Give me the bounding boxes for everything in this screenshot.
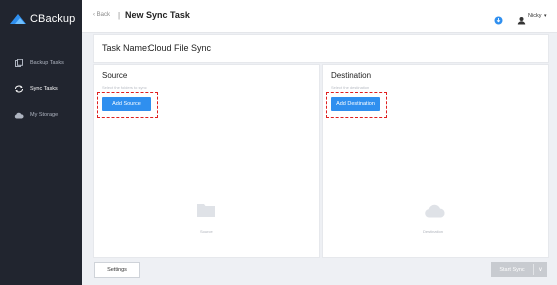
cbackup-logo-icon xyxy=(10,14,26,24)
task-name-input[interactable]: Cloud File Sync xyxy=(148,43,211,53)
start-sync-label: Start Sync xyxy=(499,266,525,273)
chevron-down-icon[interactable]: ▾ xyxy=(544,13,547,19)
sidebar-item-label: My Storage xyxy=(30,112,59,118)
download-info-icon[interactable] xyxy=(494,12,503,30)
start-sync-button[interactable]: Start Sync ∨ xyxy=(491,262,547,277)
main-area: ‹ Back | New Sync Task Nicky ▾ Task Name… xyxy=(82,0,557,285)
add-destination-button[interactable]: Add Destination xyxy=(331,97,380,111)
sidebar-item-my-storage[interactable]: My Storage xyxy=(0,104,82,126)
source-title: Source xyxy=(102,71,128,80)
bottom-bar: Settings Start Sync ∨ xyxy=(82,258,557,285)
top-bar: ‹ Back | New Sync Task Nicky ▾ xyxy=(82,0,557,33)
user-name[interactable]: Nicky xyxy=(528,13,541,19)
sidebar-item-sync-tasks[interactable]: Sync Tasks xyxy=(0,78,82,100)
source-panel: Source Select the folders to sync Add So… xyxy=(93,64,320,258)
cloud-icon xyxy=(424,204,446,223)
backup-icon xyxy=(14,58,24,68)
source-hint: Select the folders to sync xyxy=(102,85,147,90)
app-logo[interactable]: CBackup xyxy=(9,9,75,29)
source-drop-label: Source xyxy=(200,229,213,234)
sidebar: CBackup Backup Tasks Sync Tasks My Stora… xyxy=(0,0,82,285)
add-source-button[interactable]: Add Source xyxy=(102,97,151,111)
sidebar-item-backup-tasks[interactable]: Backup Tasks xyxy=(0,52,82,74)
page-title: New Sync Task xyxy=(125,10,190,20)
destination-panel: Destination Select the destination Add D… xyxy=(322,64,549,258)
back-link[interactable]: ‹ Back xyxy=(93,12,110,18)
user-avatar-icon[interactable] xyxy=(517,12,526,30)
app-name: CBackup xyxy=(30,13,76,25)
sync-icon xyxy=(14,84,24,94)
destination-drop-label: Destination xyxy=(423,229,444,234)
header-separator: | xyxy=(118,11,121,20)
chevron-down-icon[interactable]: ∨ xyxy=(534,266,547,273)
sidebar-item-label: Backup Tasks xyxy=(30,60,64,66)
task-name-card: Task Name: Cloud File Sync xyxy=(93,34,549,63)
destination-hint: Select the destination xyxy=(331,85,370,90)
cloud-icon xyxy=(14,110,24,120)
destination-title: Destination xyxy=(331,71,372,80)
task-name-label: Task Name: xyxy=(102,43,150,53)
settings-button[interactable]: Settings xyxy=(94,262,140,278)
sidebar-item-label: Sync Tasks xyxy=(30,86,58,92)
folder-icon xyxy=(197,203,215,222)
